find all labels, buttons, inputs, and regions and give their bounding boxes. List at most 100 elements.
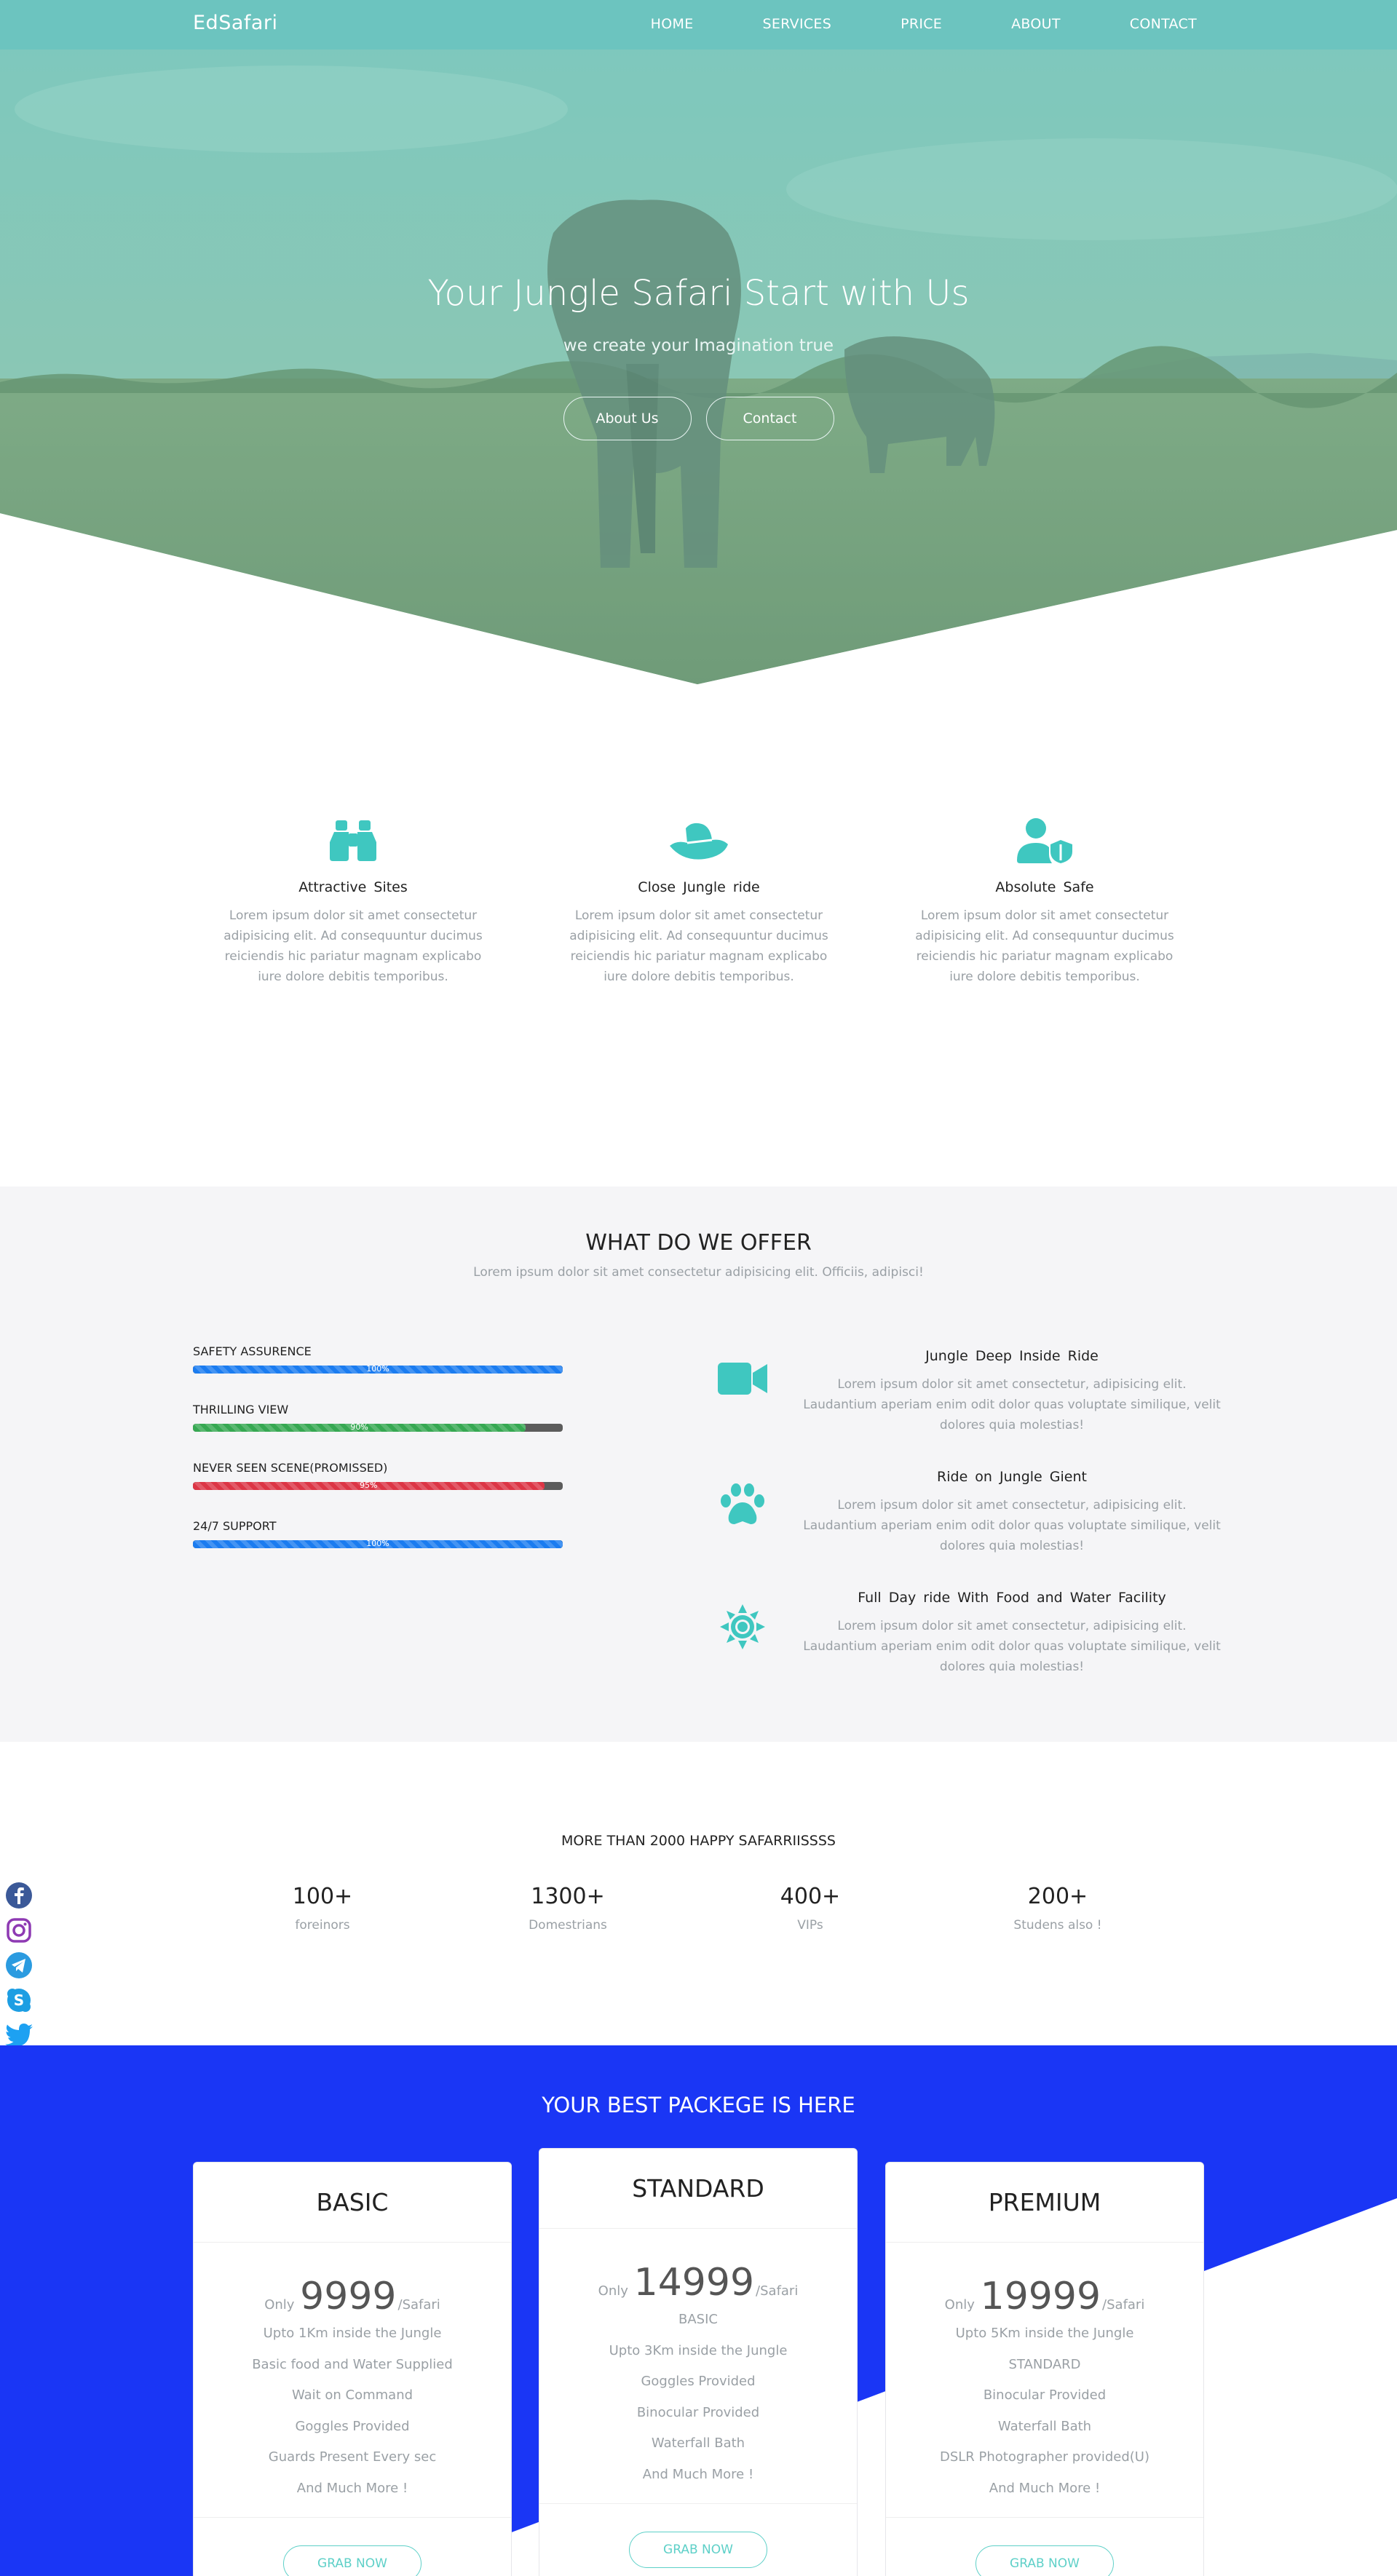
skill-never-seen-scene: NEVER SEEN SCENE(PROMISSED) 95% <box>193 1461 563 1490</box>
pricing-title: YOUR BEST PACKEGE IS HERE <box>542 2093 855 2117</box>
nav-contact[interactable]: CONTACT <box>1130 16 1197 32</box>
feature-title: Absolute Safe <box>995 879 1094 895</box>
hero-buttons: About Us Contact <box>0 397 1397 440</box>
service-text: Lorem ipsum dolor sit amet consectetur, … <box>803 1619 1221 1674</box>
binoculars-icon <box>222 815 484 866</box>
price-suffix: /Safari <box>1102 2297 1145 2313</box>
stat-foreinors: 100+ foreinors <box>228 1884 417 1933</box>
progress-text: 100% <box>366 1540 389 1548</box>
progress-fill: 90% <box>193 1424 526 1432</box>
card-feature: Guards Present Every sec <box>268 2449 437 2465</box>
service-full-day-ride: Full Day ride With Food and Water Facili… <box>713 1590 1223 1677</box>
card-feature: And Much More ! <box>296 2480 408 2496</box>
card-price: Only 14999/Safari <box>539 2261 857 2304</box>
card-feature: Waterfall Bath <box>651 2436 745 2451</box>
nav-about[interactable]: ABOUT <box>1011 16 1061 32</box>
price-prefix: Only <box>598 2283 628 2299</box>
service-title: Ride on Jungle Gient <box>937 1469 1087 1485</box>
card-feature: Binocular Provided <box>636 2404 760 2420</box>
skill-safety-assurence: SAFETY ASSURENCE 100% <box>193 1344 563 1374</box>
stat-caption: Studens also ! <box>1013 1918 1102 1933</box>
card-feature: Waterfall Bath <box>997 2418 1092 2434</box>
progress-text: 95% <box>360 1482 378 1490</box>
progress-fill: 100% <box>193 1366 563 1374</box>
stat-number: 400+ <box>780 1884 841 1909</box>
card-title: BASIC <box>194 2163 511 2243</box>
feature-attractive-sites: Attractive Sites Lorem ipsum dolor sit a… <box>222 815 484 987</box>
skill-support: 24/7 SUPPORT 100% <box>193 1519 563 1548</box>
nav-services[interactable]: SERVICES <box>763 16 832 32</box>
stat-caption: Domestrians <box>529 1918 607 1933</box>
skill-label: 24/7 SUPPORT <box>193 1519 277 1533</box>
about-us-button[interactable]: About Us <box>563 397 692 440</box>
price-amount: 14999 <box>633 2261 755 2304</box>
sun-icon <box>713 1604 772 1649</box>
service-jungle-deep-ride: Jungle Deep Inside Ride Lorem ipsum dolo… <box>713 1348 1223 1435</box>
telegram-icon[interactable] <box>0 1948 38 1983</box>
contact-button[interactable]: Contact <box>705 397 834 440</box>
stat-number: 1300+ <box>531 1884 605 1909</box>
skype-icon[interactable]: S <box>0 1983 38 2018</box>
card-footer: GRAB NOW <box>886 2517 1203 2576</box>
card-feature: Binocular Provided <box>983 2387 1107 2403</box>
pricing-card-standard: STANDARD Only 14999/Safari BASIC Upto 3K… <box>539 2148 858 2576</box>
pricing-card-premium: PREMIUM Only 19999/Safari Upto 5Km insid… <box>885 2162 1204 2576</box>
service-text: Lorem ipsum dolor sit amet consectetur, … <box>803 1377 1221 1432</box>
brand-logo[interactable]: EdSafari <box>193 12 278 34</box>
feature-absolute-safe: Absolute Safe Lorem ipsum dolor sit amet… <box>914 815 1176 987</box>
progress-bar: 100% <box>193 1366 563 1374</box>
progress-text: 90% <box>350 1424 368 1432</box>
card-footer: GRAB NOW <box>539 2503 857 2568</box>
pricing-section: YOUR BEST PACKEGE IS HERE BASIC Only 999… <box>0 2045 1397 2576</box>
progress-text: 100% <box>366 1366 389 1374</box>
price-prefix: Only <box>264 2297 295 2313</box>
card-feature: BASIC <box>678 2312 718 2327</box>
skill-thrilling-view: THRILLING VIEW 90% <box>193 1403 563 1432</box>
service-title: Jungle Deep Inside Ride <box>925 1348 1099 1364</box>
feature-text: Lorem ipsum dolor sit amet consectetur a… <box>223 908 483 984</box>
card-feature: Upto 1Km inside the Jungle <box>263 2326 442 2341</box>
offer-lead: Lorem ipsum dolor sit amet consectetur a… <box>473 1265 924 1280</box>
hat-icon <box>568 815 830 866</box>
nav-home[interactable]: HOME <box>651 16 694 32</box>
card-feature: Basic food and Water Supplied <box>252 2356 453 2372</box>
grab-now-button[interactable]: GRAB NOW <box>975 2545 1114 2576</box>
video-camera-icon <box>713 1363 772 1395</box>
price-prefix: Only <box>944 2297 975 2313</box>
grab-now-button[interactable]: GRAB NOW <box>629 2532 767 2568</box>
progress-fill: 95% <box>193 1482 545 1490</box>
progress-bar: 100% <box>193 1540 563 1548</box>
service-text: Lorem ipsum dolor sit amet consectetur, … <box>803 1498 1221 1553</box>
feature-text: Lorem ipsum dolor sit amet consectetur a… <box>569 908 828 984</box>
card-feature: And Much More ! <box>989 2480 1101 2496</box>
offer-title: WHAT DO WE OFFER <box>585 1230 812 1256</box>
card-feature: And Much More ! <box>642 2466 754 2482</box>
progress-bar: 95% <box>193 1482 563 1490</box>
stat-caption: VIPs <box>797 1918 823 1933</box>
hero-title: Your Jungle Safari Start with Us <box>427 273 970 314</box>
price-amount: 9999 <box>300 2275 397 2318</box>
card-title: STANDARD <box>539 2149 857 2229</box>
price-suffix: /Safari <box>756 2283 799 2299</box>
nav-price[interactable]: PRICE <box>901 16 942 32</box>
grab-now-button[interactable]: GRAB NOW <box>283 2545 422 2576</box>
stat-domestrians: 1300+ Domestrians <box>473 1884 662 1933</box>
card-price: Only 9999/Safari <box>194 2275 511 2318</box>
progress-fill: 100% <box>193 1540 563 1548</box>
navbar: EdSafari HOME SERVICES PRICE ABOUT CONTA… <box>0 0 1397 49</box>
price-amount: 19999 <box>980 2275 1101 2318</box>
paw-icon <box>713 1483 772 1526</box>
stats-title: MORE THAN 2000 HAPPY SAFARRIISSSS <box>561 1833 836 1849</box>
nav-menu: HOME SERVICES PRICE ABOUT CONTACT <box>651 16 1197 32</box>
offer-section: WHAT DO WE OFFER Lorem ipsum dolor sit a… <box>0 1186 1397 1742</box>
facebook-icon[interactable] <box>0 1878 38 1913</box>
card-feature: STANDARD <box>1008 2356 1081 2372</box>
feature-text: Lorem ipsum dolor sit amet consectetur a… <box>915 908 1174 984</box>
feature-close-jungle-ride: Close Jungle ride Lorem ipsum dolor sit … <box>568 815 830 987</box>
pricing-card-basic: BASIC Only 9999/Safari Upto 1Km inside t… <box>193 2162 512 2576</box>
instagram-icon[interactable] <box>0 1913 38 1948</box>
card-body: Only 9999/Safari Upto 1Km inside the Jun… <box>194 2243 511 2504</box>
skill-label: SAFETY ASSURENCE <box>193 1344 312 1358</box>
card-feature: Goggles Provided <box>295 2418 410 2434</box>
stat-number: 200+ <box>1027 1884 1088 1909</box>
